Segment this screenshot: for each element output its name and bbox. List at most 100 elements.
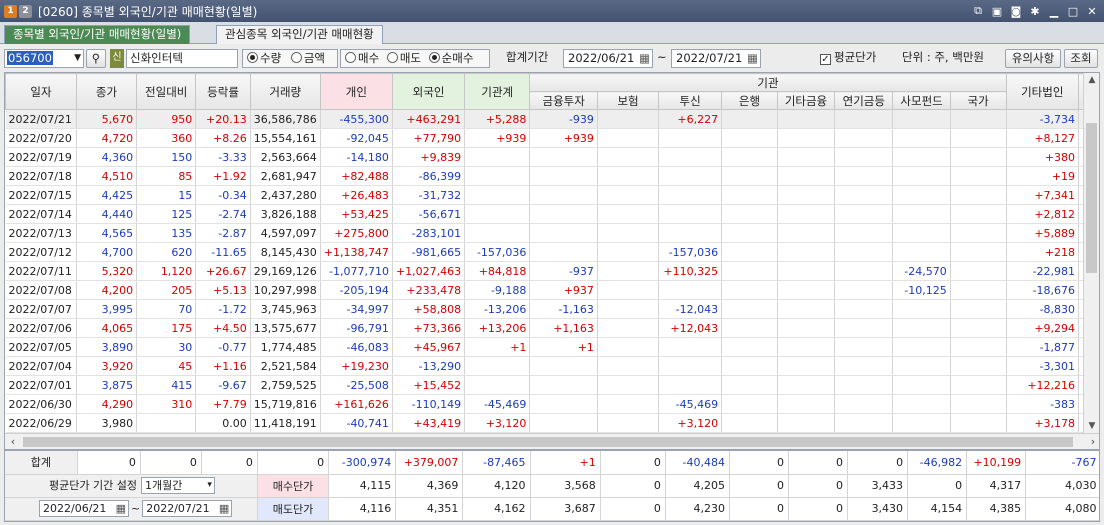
col-header-pension[interactable]: 연기금등 bbox=[834, 91, 894, 110]
window-number-badge-2[interactable]: 2 bbox=[19, 4, 32, 18]
avg-date-tilde: ~ bbox=[131, 501, 141, 515]
minimize-icon[interactable]: ▁ bbox=[1046, 3, 1062, 19]
avg-price-label: 평균단가 bbox=[834, 50, 877, 64]
search-button[interactable]: ⚲ bbox=[86, 49, 106, 68]
avg-price-checkbox[interactable]: ✓ bbox=[820, 54, 831, 65]
summary-total-value: +10,199 bbox=[966, 451, 1027, 475]
radio-net[interactable] bbox=[428, 52, 440, 63]
col-header-trust[interactable]: 투신 bbox=[658, 91, 723, 110]
col-header-bank[interactable]: 은행 bbox=[721, 91, 778, 110]
table-row[interactable]: 2022/07/05 3,890 30 -0.77 1,774,485 -46,083 +4… bbox=[5, 337, 1099, 357]
calendar-icon[interactable]: ▦ bbox=[219, 501, 229, 516]
table-row[interactable]: 2022/07/18 4,510 85 +1.92 2,681,947 +82,488 -8… bbox=[5, 166, 1099, 186]
memo-icon[interactable]: ▣ bbox=[989, 3, 1005, 19]
col-header-change[interactable]: 전일대비 bbox=[136, 73, 197, 110]
cell-ind: +161,626 bbox=[320, 394, 393, 414]
cell-of bbox=[777, 413, 836, 433]
table-row[interactable]: 2022/07/08 4,200 205 +5.13 10,297,998 -205,19… bbox=[5, 280, 1099, 300]
table-row[interactable]: 2022/07/06 4,065 175 +4.50 13,575,677 -96,791… bbox=[5, 318, 1099, 338]
stock-code-input[interactable]: 056700 ▼ bbox=[4, 49, 84, 68]
cell-na bbox=[950, 337, 1007, 357]
radio-sell[interactable] bbox=[386, 52, 398, 63]
table-row[interactable]: 2022/06/30 4,290 310 +7.79 15,719,816 +161,62… bbox=[5, 394, 1099, 414]
cell-fi bbox=[529, 375, 598, 395]
col-header-finance[interactable]: 금융투자 bbox=[529, 91, 598, 110]
scroll-left-icon[interactable]: ‹ bbox=[5, 434, 21, 449]
cell-for: -56,671 bbox=[392, 204, 466, 224]
date-from-input[interactable]: 2022/06/21 ▦ bbox=[563, 49, 653, 68]
scroll-down-icon[interactable]: ▼ bbox=[1084, 419, 1099, 433]
cell-oc: +5,889 bbox=[1006, 223, 1080, 243]
calendar-icon[interactable]: ▦ bbox=[116, 501, 126, 516]
col-header-foreign[interactable]: 외국인 bbox=[391, 73, 466, 110]
table-row[interactable]: 2022/06/29 3,980 0.00 11,418,191 -40,741 +43,… bbox=[5, 413, 1099, 433]
table-row[interactable]: 2022/07/01 3,875 415 -9.67 2,759,525 -25,508 +… bbox=[5, 375, 1099, 395]
col-header-nation[interactable]: 국가 bbox=[949, 91, 1007, 110]
maximize-icon[interactable]: □ bbox=[1065, 3, 1081, 19]
col-header-date[interactable]: 일자 bbox=[5, 73, 77, 110]
table-row[interactable]: 2022/07/11 5,320 1,120 +26.67 29,169,126 -1,0… bbox=[5, 261, 1099, 281]
cell-of bbox=[777, 375, 836, 395]
table-row[interactable]: 2022/07/12 4,700 620 -11.65 8,145,430 +1,138,… bbox=[5, 242, 1099, 262]
cell-pf: -24,570 bbox=[892, 261, 951, 281]
calendar-icon[interactable]: ▦ bbox=[639, 50, 650, 67]
cell-ins bbox=[597, 318, 660, 338]
table-row[interactable]: 2022/07/13 4,565 135 -2.87 4,597,097 +275,800… bbox=[5, 223, 1099, 243]
cell-c: 4,425 bbox=[76, 185, 138, 205]
avg-period-select[interactable]: 1개월간 ▾ bbox=[140, 477, 215, 495]
horizontal-scroll-thumb[interactable] bbox=[23, 437, 1073, 447]
cell-tr: +110,325 bbox=[658, 261, 723, 281]
link-icon[interactable]: ⧉ bbox=[970, 3, 986, 19]
window-number-badge-1[interactable]: 1 bbox=[4, 4, 17, 18]
scroll-right-icon[interactable]: › bbox=[1085, 434, 1099, 449]
calendar-icon[interactable]: ▦ bbox=[747, 50, 758, 67]
table-row[interactable]: 2022/07/04 3,920 45 +1.16 2,521,584 +19,230 -1… bbox=[5, 356, 1099, 376]
camera-icon[interactable]: ◙ bbox=[1008, 3, 1024, 19]
col-header-other-corp[interactable]: 기타법인 bbox=[1005, 73, 1080, 110]
col-header-close[interactable]: 종가 bbox=[75, 73, 138, 110]
table-row[interactable]: 2022/07/14 4,440 125 -2.74 3,826,188 +53,425-… bbox=[5, 204, 1099, 224]
date-to-input[interactable]: 2022/07/21 ▦ bbox=[671, 49, 761, 68]
tab-stock-daily[interactable]: 종목별 외국인/기관 매매현황(일별) bbox=[4, 25, 191, 44]
cell-it: +13,206 bbox=[464, 318, 531, 338]
cell-pe bbox=[834, 223, 894, 243]
data-grid[interactable]: 일자 종가 전일대비 등락률 거래량 개인 외국인 기관계 기관 기타법인 기 … bbox=[4, 72, 1100, 450]
col-header-inst-total[interactable]: 기관계 bbox=[464, 73, 531, 110]
notice-button[interactable]: 유의사항 bbox=[1005, 49, 1061, 68]
radio-amount[interactable] bbox=[290, 52, 302, 63]
cell-of bbox=[777, 356, 836, 376]
col-header-volume[interactable]: 거래량 bbox=[249, 73, 321, 110]
col-header-insurance[interactable]: 보험 bbox=[596, 91, 660, 110]
chevron-down-icon[interactable]: ▾ bbox=[207, 478, 212, 493]
col-header-individual[interactable]: 개인 bbox=[319, 73, 393, 110]
table-row[interactable]: 2022/07/19 4,360 150 -3.33 2,563,664 -14,180 +… bbox=[5, 147, 1099, 167]
chevron-down-icon[interactable]: ▼ bbox=[74, 50, 81, 67]
table-row[interactable]: 2022/07/07 3,995 70 -1.72 3,745,963 -34,997 +5… bbox=[5, 299, 1099, 319]
query-button[interactable]: 조회 bbox=[1064, 49, 1098, 68]
vertical-scroll-thumb[interactable] bbox=[1086, 123, 1097, 273]
radio-buy[interactable] bbox=[345, 52, 356, 63]
table-row[interactable]: 2022/07/20 4,720 360 +8.26 15,554,161 -92,045… bbox=[5, 128, 1099, 148]
close-icon[interactable]: ✕ bbox=[1084, 3, 1100, 19]
avg-price-checkbox-wrap[interactable]: ✓ 평균단가 bbox=[820, 49, 876, 68]
gear-icon[interactable]: ✱ bbox=[1027, 3, 1043, 19]
cell-ch: 205 bbox=[136, 280, 197, 300]
cell-of bbox=[777, 147, 836, 167]
col-header-rate[interactable]: 등락률 bbox=[195, 73, 251, 110]
table-row[interactable]: 2022/07/21 5,670 950 +20.13 36,586,786 -455,3… bbox=[5, 109, 1099, 129]
summary-total-value: 0 bbox=[847, 451, 909, 475]
tab-watchlist[interactable]: 관심종목 외국인/기관 매매현황 bbox=[216, 25, 383, 44]
scroll-up-icon[interactable]: ▲ bbox=[1084, 73, 1099, 87]
table-row[interactable]: 2022/07/15 4,425 15 -0.34 2,437,280 +26,483 -3… bbox=[5, 185, 1099, 205]
avg-date-from-input[interactable]: 2022/06/21 ▦ bbox=[39, 500, 129, 517]
vertical-scrollbar[interactable]: ▲ ▼ bbox=[1083, 73, 1099, 433]
radio-qty[interactable] bbox=[247, 52, 258, 63]
cell-na bbox=[950, 375, 1007, 395]
cell-for: +45,967 bbox=[392, 337, 466, 357]
horizontal-scrollbar[interactable]: ‹ › bbox=[5, 433, 1099, 449]
avg-date-to-input[interactable]: 2022/07/21 ▦ bbox=[142, 500, 233, 517]
cell-pf bbox=[892, 128, 951, 148]
col-header-private-fund[interactable]: 사모펀드 bbox=[892, 91, 951, 110]
col-header-other-fin[interactable]: 기타금융 bbox=[776, 91, 836, 110]
sell-price-value: 0 bbox=[600, 497, 666, 521]
